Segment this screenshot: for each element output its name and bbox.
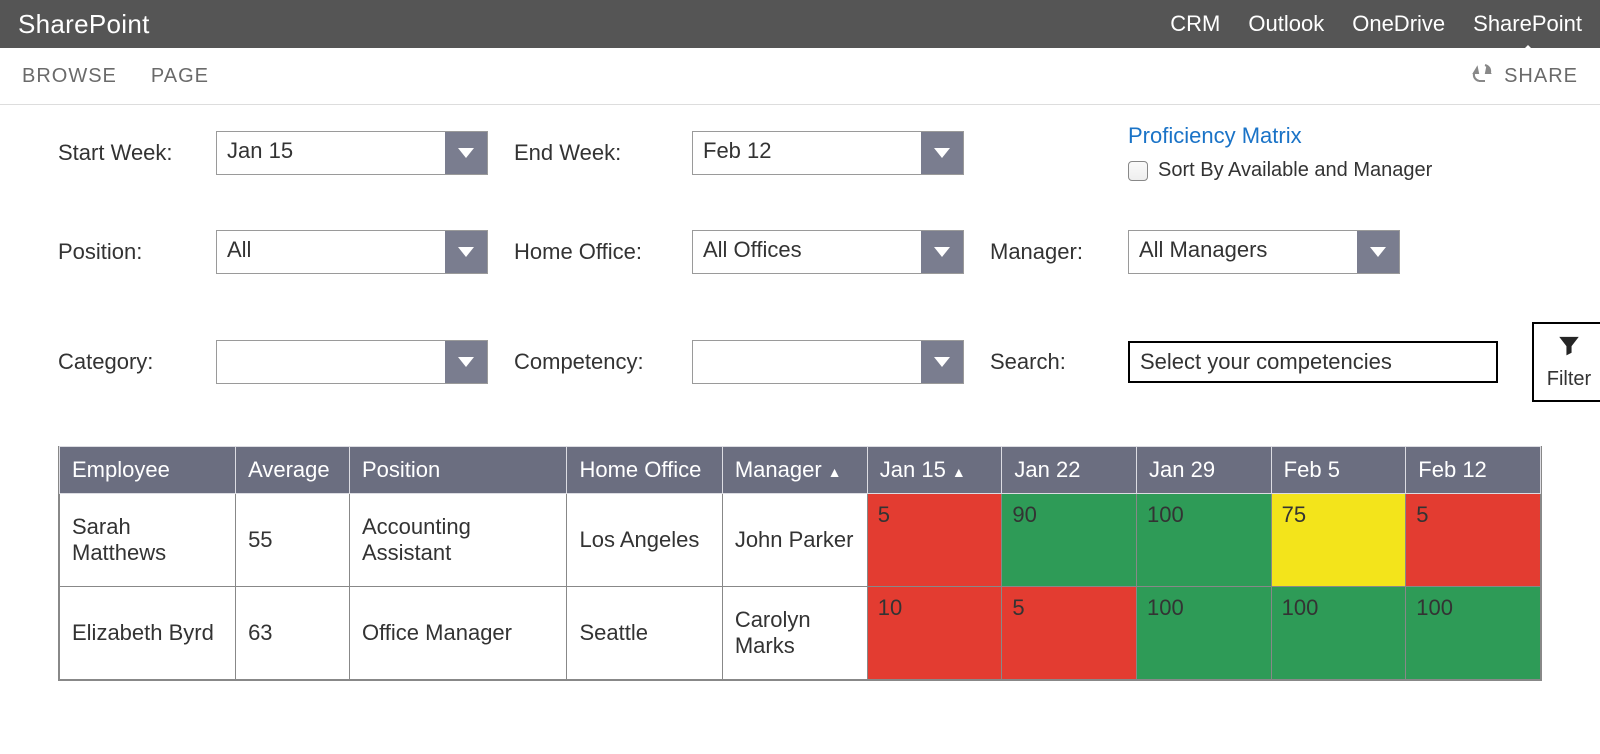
sort-asc-icon: ▲ (828, 464, 842, 480)
position-label: Position: (58, 239, 142, 265)
suite-bar: SharePoint CRM Outlook OneDrive SharePoi… (0, 0, 1600, 48)
home-office-value: All Offices (693, 231, 921, 273)
cell-employee: Sarah Matthews (60, 494, 236, 587)
sort-checkbox[interactable] (1128, 161, 1148, 181)
filter-icon (1558, 334, 1580, 362)
availability-table-wrapper: Employee Average Position Home Office Ma… (58, 446, 1542, 681)
app-link-sharepoint[interactable]: SharePoint (1473, 11, 1582, 37)
competency-dropdown[interactable] (692, 340, 964, 384)
app-link-onedrive[interactable]: OneDrive (1352, 11, 1445, 37)
filter-button-label: Filter (1547, 368, 1591, 391)
cell-week-availability: 5 (1002, 587, 1137, 680)
cell-home-office: Los Angeles (567, 494, 722, 587)
chevron-down-icon[interactable] (1357, 231, 1399, 273)
col-week-4[interactable]: Feb 5 (1271, 447, 1406, 494)
cell-week-availability: 75 (1271, 494, 1406, 587)
end-week-label: End Week: (514, 140, 621, 166)
chevron-down-icon[interactable] (445, 132, 487, 174)
start-week-dropdown[interactable]: Jan 15 (216, 131, 488, 175)
competency-value (693, 341, 921, 383)
filter-button[interactable]: Filter (1532, 322, 1600, 402)
share-button[interactable]: SHARE (1470, 61, 1578, 91)
col-week-1[interactable]: Jan 15▲ (867, 447, 1002, 494)
proficiency-matrix-link[interactable]: Proficiency Matrix (1128, 123, 1498, 149)
col-week-2[interactable]: Jan 22 (1002, 447, 1137, 494)
manager-value: All Managers (1129, 231, 1357, 273)
search-input[interactable]: Select your competencies (1128, 341, 1498, 383)
competency-label: Competency: (514, 349, 644, 375)
filter-panel: Start Week: Jan 15 End Week: Feb 12 Prof… (0, 105, 1600, 420)
start-week-value: Jan 15 (217, 132, 445, 174)
category-dropdown[interactable] (216, 340, 488, 384)
sort-asc-icon: ▲ (952, 464, 966, 480)
manager-label: Manager: (990, 239, 1083, 265)
cell-week-availability: 100 (1406, 587, 1541, 680)
cell-average: 55 (236, 494, 350, 587)
cell-week-availability: 5 (867, 494, 1002, 587)
position-value: All (217, 231, 445, 273)
cell-manager: John Parker (722, 494, 867, 587)
app-link-crm[interactable]: CRM (1170, 11, 1220, 37)
cell-week-availability: 90 (1002, 494, 1137, 587)
app-link-outlook[interactable]: Outlook (1248, 11, 1324, 37)
chevron-down-icon[interactable] (921, 341, 963, 383)
cell-average: 63 (236, 587, 350, 680)
col-home-office[interactable]: Home Office (567, 447, 722, 494)
category-value (217, 341, 445, 383)
table-row[interactable]: Elizabeth Byrd63Office ManagerSeattleCar… (60, 587, 1541, 680)
end-week-value: Feb 12 (693, 132, 921, 174)
cell-employee: Elizabeth Byrd (60, 587, 236, 680)
col-manager[interactable]: Manager▲ (722, 447, 867, 494)
proficiency-block: Proficiency Matrix Sort By Available and… (1128, 123, 1498, 182)
cell-week-availability: 100 (1137, 494, 1272, 587)
cell-position: Accounting Assistant (349, 494, 566, 587)
col-week-3[interactable]: Jan 29 (1137, 447, 1272, 494)
manager-dropdown[interactable]: All Managers (1128, 230, 1400, 274)
ribbon-tab-page[interactable]: PAGE (151, 65, 209, 88)
chevron-down-icon[interactable] (445, 341, 487, 383)
share-label: SHARE (1504, 65, 1578, 88)
brand-title: SharePoint (18, 9, 150, 40)
cell-week-availability: 100 (1137, 587, 1272, 680)
ribbon-bar: BROWSE PAGE SHARE (0, 48, 1600, 105)
table-header-row: Employee Average Position Home Office Ma… (60, 447, 1541, 494)
chevron-down-icon[interactable] (921, 231, 963, 273)
col-employee[interactable]: Employee (60, 447, 236, 494)
end-week-dropdown[interactable]: Feb 12 (692, 131, 964, 175)
position-dropdown[interactable]: All (216, 230, 488, 274)
chevron-down-icon[interactable] (445, 231, 487, 273)
recycle-icon (1470, 61, 1494, 91)
col-average[interactable]: Average (236, 447, 350, 494)
cell-week-availability: 5 (1406, 494, 1541, 587)
table-row[interactable]: Sarah Matthews55Accounting AssistantLos … (60, 494, 1541, 587)
cell-week-availability: 10 (867, 587, 1002, 680)
category-label: Category: (58, 349, 153, 375)
col-week-5[interactable]: Feb 12 (1406, 447, 1541, 494)
cell-position: Office Manager (349, 587, 566, 680)
app-launcher-links: CRM Outlook OneDrive SharePoint (1170, 11, 1582, 37)
ribbon-tab-browse[interactable]: BROWSE (22, 65, 117, 88)
home-office-dropdown[interactable]: All Offices (692, 230, 964, 274)
search-placeholder: Select your competencies (1140, 349, 1392, 375)
cell-week-availability: 100 (1271, 587, 1406, 680)
ribbon-tabs: BROWSE PAGE (22, 65, 209, 88)
start-week-label: Start Week: (58, 140, 173, 166)
cell-manager: Carolyn Marks (722, 587, 867, 680)
col-position[interactable]: Position (349, 447, 566, 494)
cell-home-office: Seattle (567, 587, 722, 680)
search-label: Search: (990, 349, 1066, 375)
home-office-label: Home Office: (514, 239, 642, 265)
sort-checkbox-label: Sort By Available and Manager (1158, 159, 1432, 182)
availability-table: Employee Average Position Home Office Ma… (59, 446, 1541, 680)
chevron-down-icon[interactable] (921, 132, 963, 174)
